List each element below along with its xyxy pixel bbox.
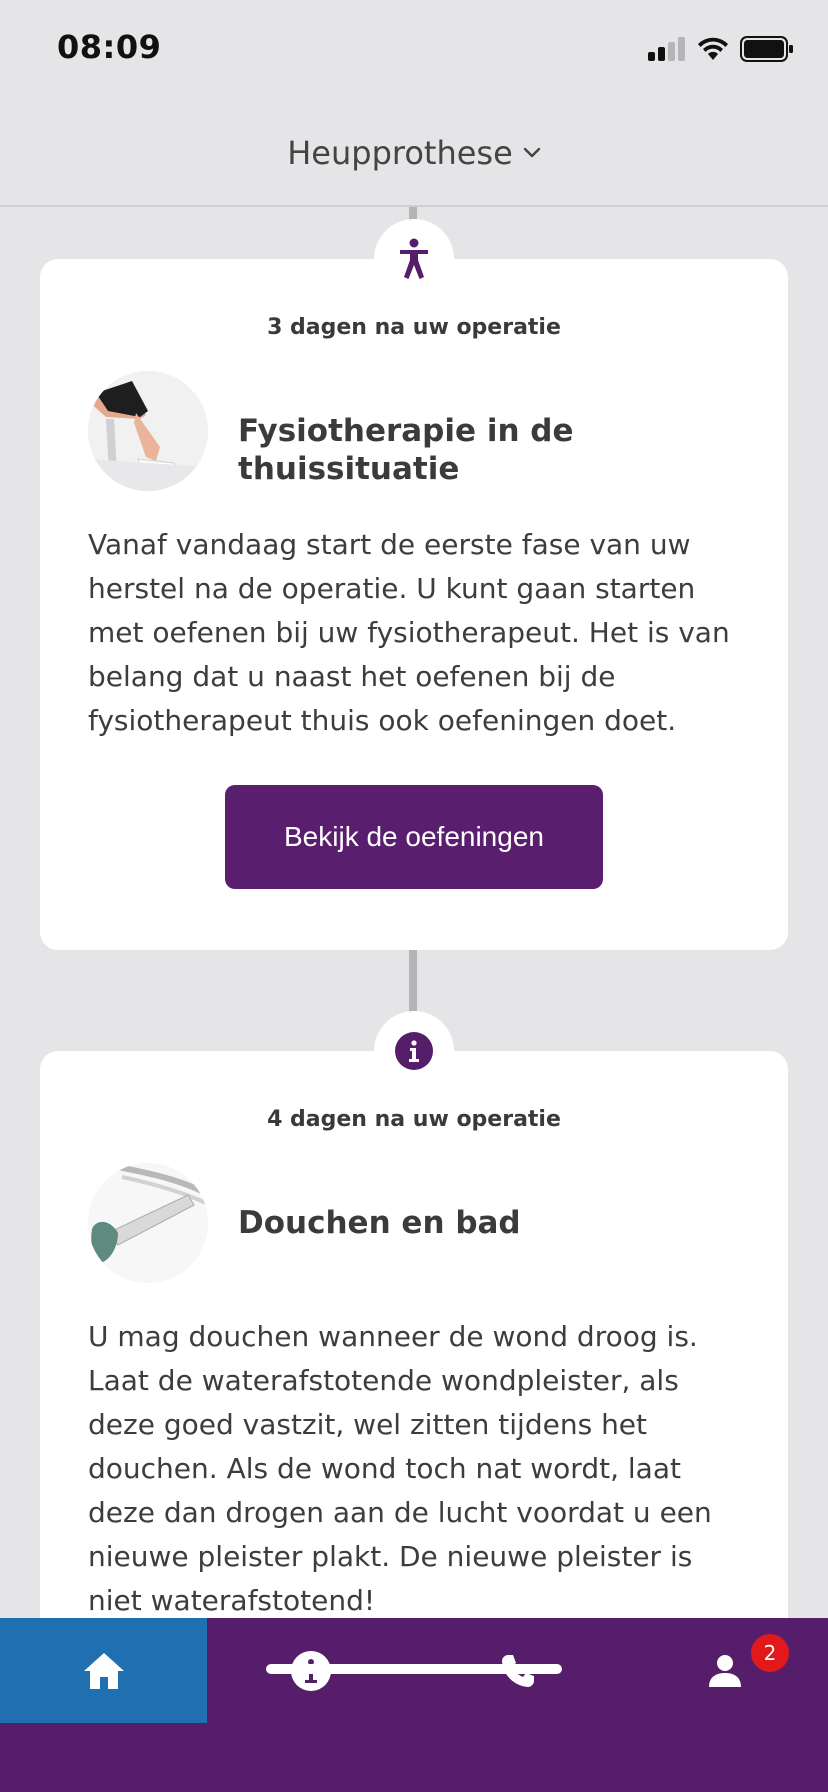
timeline-scroll-area[interactable]: 3 dagen na uw operatie Fysiotherapie in … xyxy=(0,207,828,1618)
battery-icon xyxy=(740,36,793,62)
person-icon xyxy=(708,1654,741,1687)
timeline-badge xyxy=(374,1011,454,1091)
card-title: Douchen en bad xyxy=(238,1205,521,1241)
status-bar: 08:09 xyxy=(0,0,828,100)
card-title: Fysiotherapie in de thuissituatie xyxy=(238,413,574,487)
accessibility-figure-icon xyxy=(400,238,428,279)
card-body: Vanaf vandaag start de eerste fase van u… xyxy=(88,528,730,737)
card-day-label: 3 dagen na uw operatie xyxy=(267,315,561,340)
cellular-signal-icon xyxy=(648,37,685,61)
view-exercises-button[interactable]: Bekijk de oefeningen xyxy=(225,785,603,889)
notification-badge: 2 xyxy=(751,1634,789,1672)
home-icon xyxy=(83,1652,124,1689)
timeline-card: 4 dagen na uw operatie Douchen en bad U … xyxy=(40,1011,788,1618)
treatment-title: Heupprothese xyxy=(287,133,513,172)
home-indicator[interactable] xyxy=(266,1664,562,1674)
tab-home[interactable] xyxy=(0,1618,207,1723)
tab-profile[interactable]: 2 xyxy=(621,1618,828,1723)
timeline-badge xyxy=(374,219,454,299)
treatment-selector[interactable]: Heupprothese xyxy=(287,134,541,172)
chevron-down-icon xyxy=(523,147,540,157)
wifi-icon xyxy=(698,37,728,60)
timeline-card: 3 dagen na uw operatie Fysiotherapie in … xyxy=(40,219,788,950)
physiotherapy-leg-photo xyxy=(88,371,208,491)
info-icon xyxy=(395,1032,433,1070)
top-nav: Heupprothese xyxy=(0,100,828,207)
status-time: 08:09 xyxy=(57,28,162,66)
tab-bar: 2 xyxy=(0,1618,828,1792)
card-day-label: 4 dagen na uw operatie xyxy=(267,1107,561,1132)
card-body: U mag douchen wanneer de wond droog is. … xyxy=(88,1320,712,1617)
shower-head-photo xyxy=(88,1163,208,1283)
status-icons xyxy=(648,36,794,62)
